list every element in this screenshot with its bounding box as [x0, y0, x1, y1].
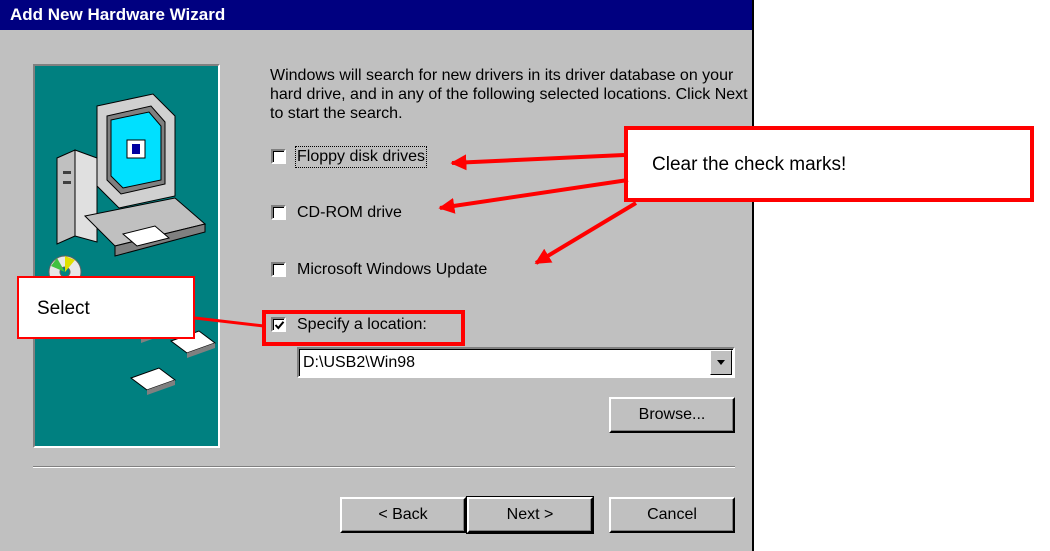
select-text: Select: [37, 298, 90, 319]
title-bar[interactable]: Add New Hardware Wizard: [0, 0, 752, 30]
cdrom-checkbox[interactable]: [271, 205, 286, 220]
next-button[interactable]: Next >: [466, 496, 594, 534]
location-value: D:\USB2\Win98: [303, 354, 416, 371]
location-combobox[interactable]: D:\USB2\Win98: [297, 347, 735, 378]
back-button[interactable]: < Back: [340, 497, 466, 533]
clear-checkmarks-text: Clear the check marks!: [652, 154, 847, 175]
separator: [33, 466, 735, 468]
intro-text: Windows will search for new drivers in i…: [270, 67, 748, 122]
window-title: Add New Hardware Wizard: [10, 5, 226, 24]
wizard-illustration: [33, 64, 220, 448]
browse-button[interactable]: Browse...: [609, 397, 735, 433]
chevron-down-icon[interactable]: [710, 350, 732, 375]
select-callout: Select: [17, 276, 195, 339]
cancel-button[interactable]: Cancel: [609, 497, 735, 533]
windows-update-label[interactable]: Microsoft Windows Update: [297, 261, 487, 279]
windows-update-checkbox[interactable]: [271, 262, 286, 277]
floppy-checkbox[interactable]: [271, 149, 286, 164]
computer-illustration-icon: [48, 93, 217, 395]
floppy-label[interactable]: Floppy disk drives: [294, 146, 428, 168]
clear-checkmarks-callout: Clear the check marks!: [624, 126, 1034, 202]
cdrom-label[interactable]: CD-ROM drive: [297, 204, 402, 222]
specify-location-highlight: [262, 310, 465, 346]
